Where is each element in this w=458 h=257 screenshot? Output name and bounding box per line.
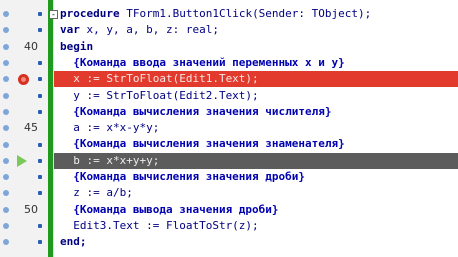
- code-text[interactable]: Edit3.Text := FloatToStr(z);: [60, 218, 458, 234]
- code-text[interactable]: {Команда вычисления значения знаменателя…: [60, 136, 458, 152]
- keyword-token: var: [60, 23, 87, 37]
- comment-token: {Команда вычисления значения числителя}: [60, 104, 332, 118]
- breakpoint-icon[interactable]: [18, 73, 29, 85]
- comment-token: {Команда ввода значений переменных x и y…: [60, 55, 345, 69]
- code-line[interactable]: x := StrToFloat(Edit1.Text);: [0, 71, 458, 88]
- line-dot-icon: [38, 61, 42, 66]
- code-line[interactable]: - procedure TForm1.Button1Click(Sender: T…: [0, 6, 458, 22]
- line-dot-icon: [38, 28, 42, 33]
- line-dot-icon: [38, 109, 42, 114]
- code-line[interactable]: end;: [0, 234, 458, 250]
- code-editor[interactable]: - procedure TForm1.Button1Click(Sender: T…: [0, 0, 458, 257]
- code-line[interactable]: 50 {Команда вывода значения дроби}: [0, 202, 458, 218]
- line-dot-icon: [38, 142, 42, 147]
- code-text[interactable]: b := x*x+y+y;: [54, 152, 458, 169]
- code-text[interactable]: end;: [60, 234, 458, 250]
- code-text[interactable]: z := a/b;: [60, 185, 458, 201]
- code-line[interactable]: y := StrToFloat(Edit2.Text);: [0, 88, 458, 104]
- line-number: [0, 234, 44, 254]
- code-token: a := x*x-y*y;: [60, 121, 160, 135]
- code-token: z := a/b;: [60, 186, 133, 200]
- code-line[interactable]: b := x*x+y+y;: [0, 152, 458, 169]
- code-token: x, y, a, b, z: real;: [86, 23, 219, 37]
- code-token: x := StrToFloat(Edit1.Text);: [60, 72, 259, 86]
- line-dot-icon: [38, 158, 42, 163]
- code-text[interactable]: procedure TForm1.Button1Click(Sender: TO…: [60, 6, 458, 22]
- code-token: y := StrToFloat(Edit2.Text);: [60, 88, 259, 102]
- code-line[interactable]: {Команда ввода значений переменных x и y…: [0, 55, 458, 71]
- code-line[interactable]: Edit3.Text := FloatToStr(z);: [0, 218, 458, 234]
- code-text[interactable]: begin: [60, 39, 458, 55]
- code-line[interactable]: z := a/b;: [0, 185, 458, 201]
- keyword-token: begin: [60, 39, 94, 53]
- code-text[interactable]: {Команда ввода значений переменных x и y…: [60, 55, 458, 71]
- comment-token: {Команда вычисления значения дроби}: [60, 170, 306, 183]
- comment-token: {Команда вычисления значения знаменателя…: [60, 137, 345, 151]
- code-text[interactable]: y := StrToFloat(Edit2.Text);: [60, 88, 458, 104]
- code-text[interactable]: {Команда вывода значения дроби}: [60, 202, 458, 218]
- code-line[interactable]: 45 a := x*x-y*y;: [0, 120, 458, 136]
- code-text[interactable]: {Команда вычисления значения дроби}: [60, 169, 458, 185]
- fold-toggle-icon[interactable]: -: [49, 9, 58, 19]
- code-line[interactable]: var x, y, a, b, z: real;: [0, 22, 458, 38]
- line-dot-icon: [38, 77, 42, 82]
- code-token: TForm1.Button1Click(Sender: TObject);: [126, 7, 372, 20]
- code-token: b := x*x+y+y;: [60, 153, 160, 167]
- line-dot-icon: [38, 12, 42, 17]
- code-token: Edit3.Text := FloatToStr(z);: [60, 218, 259, 232]
- code-text[interactable]: x := StrToFloat(Edit1.Text);: [54, 71, 458, 88]
- line-dot-icon: [38, 240, 42, 245]
- keyword-token: procedure: [60, 7, 127, 20]
- line-dot-icon: [38, 175, 42, 180]
- code-text[interactable]: a := x*x-y*y;: [60, 120, 458, 136]
- code-text[interactable]: {Команда вычисления значения числителя}: [60, 104, 458, 120]
- line-dot-icon: [38, 224, 42, 229]
- execution-point-arrow-icon: [17, 154, 27, 167]
- comment-token: {Команда вывода значения дроби}: [60, 202, 279, 216]
- code-text[interactable]: var x, y, a, b, z: real;: [60, 22, 458, 38]
- line-dot-icon: [38, 93, 42, 98]
- code-line[interactable]: {Команда вычисления значения дроби}: [0, 169, 458, 185]
- keyword-token: end;: [60, 235, 87, 249]
- code-line[interactable]: {Команда вычисления значения числителя}: [0, 104, 458, 120]
- code-line[interactable]: {Команда вычисления значения знаменателя…: [0, 136, 458, 152]
- code-line[interactable]: 40 begin: [0, 39, 458, 55]
- line-dot-icon: [38, 191, 42, 196]
